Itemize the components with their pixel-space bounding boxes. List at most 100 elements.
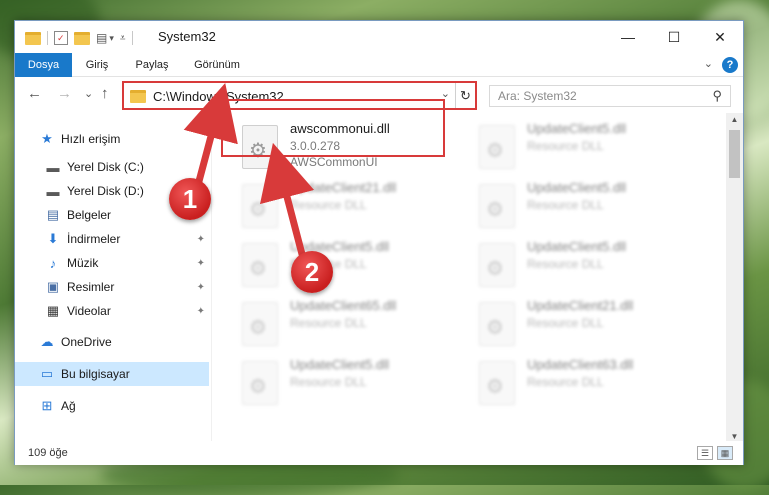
sidebar-item[interactable]: ▭ Bu bilgisayar xyxy=(15,362,209,386)
sidebar-item[interactable]: ★ Hızlı erişim xyxy=(15,127,209,151)
dll-file-icon xyxy=(242,361,278,405)
large-icons-view-icon[interactable]: ▦ xyxy=(717,446,733,460)
file-description: Resource DLL xyxy=(527,375,604,389)
cloud-icon: ☁ xyxy=(40,334,54,349)
file-name: UpdateClient5.dll xyxy=(527,239,627,254)
file-name: UpdateClient65.dll xyxy=(290,298,397,313)
sidebar-item[interactable]: ▬ Yerel Disk (C:) xyxy=(15,155,209,179)
sidebar-item[interactable]: ▦ Videolar ✦ xyxy=(15,299,209,323)
file-item[interactable]: UpdateClient21.dll Resource DLL xyxy=(236,178,461,236)
details-view-icon[interactable]: ☰ xyxy=(697,446,713,460)
drive-icon: ▬ xyxy=(46,159,60,175)
forward-button[interactable]: → xyxy=(57,85,72,102)
pictures-icon: ▣ xyxy=(46,279,60,294)
sidebar-item[interactable]: ⊞ Ağ xyxy=(15,394,209,418)
target-file-highlight xyxy=(221,99,445,157)
sidebar-item[interactable]: ☁ OneDrive xyxy=(15,330,209,354)
navigation-pane: ★ Hızlı erişim ▬ Yerel Disk (C:) ▬ Yerel Disk… xyxy=(15,113,211,441)
back-button[interactable]: ← xyxy=(27,85,42,102)
file-name: UpdateClient5.dll xyxy=(290,357,390,372)
properties-icon[interactable]: ✓ xyxy=(54,31,68,45)
file-explorer-window: ✓ ▤ ▾ ⩡ System32 — ☐ ✕ Dosya Giriş Payla… xyxy=(14,20,744,465)
tab-home[interactable]: Giriş xyxy=(77,53,117,77)
sidebar-item[interactable]: ♪ Müzik ✦ xyxy=(15,251,209,275)
recent-locations-button[interactable]: ⌄ xyxy=(84,87,93,100)
dll-file-icon xyxy=(479,302,515,346)
star-icon: ★ xyxy=(41,131,53,146)
dll-file-icon xyxy=(479,243,515,287)
file-description: Resource DLL xyxy=(527,198,604,212)
search-box[interactable]: Ara: System32 ⚲ xyxy=(489,85,731,107)
scroll-up-icon[interactable]: ▲ xyxy=(726,115,743,124)
pin-icon[interactable]: ✦ xyxy=(197,306,205,317)
sidebar-item-label: Hızlı erişim xyxy=(61,132,121,146)
tab-view[interactable]: Görünüm xyxy=(187,53,247,77)
sidebar-item-label: İndirmeler xyxy=(67,232,121,246)
window-title: System32 xyxy=(158,29,216,44)
downloads-icon: ⬇ xyxy=(47,231,59,246)
customize-dropdown-icon[interactable]: ▾ xyxy=(109,33,114,44)
file-description: Resource DLL xyxy=(290,316,367,330)
sidebar-item-label: Resimler xyxy=(67,280,115,294)
step-1-badge: 1 xyxy=(169,178,211,220)
file-item[interactable]: UpdateClient5.dll Resource DLL xyxy=(473,119,698,177)
step-2-badge: 2 xyxy=(291,251,333,293)
scrollbar-thumb[interactable] xyxy=(729,130,740,178)
file-item[interactable]: UpdateClient5.dll Resource DLL xyxy=(473,178,698,236)
new-folder-icon[interactable] xyxy=(74,31,90,45)
computer-icon: ▭ xyxy=(40,366,54,381)
refresh-icon[interactable]: ↻ xyxy=(455,83,475,108)
sidebar-item[interactable]: ⬇ İndirmeler ✦ xyxy=(15,227,209,251)
file-item[interactable]: UpdateClient5.dll Resource DLL xyxy=(473,237,698,295)
file-item[interactable]: UpdateClient21.dll Resource DLL xyxy=(473,296,698,354)
help-button[interactable]: ? xyxy=(722,57,738,73)
view-options-icon[interactable]: ▤ xyxy=(96,31,107,45)
sidebar-item-label: Videolar xyxy=(67,304,111,318)
sidebar-item-label: Müzik xyxy=(67,256,99,270)
ribbon-tabs: Dosya Giriş Paylaş Görünüm ⌄ ? xyxy=(15,53,743,77)
pane-divider[interactable] xyxy=(211,113,212,443)
up-button[interactable]: ↑ xyxy=(101,85,109,102)
file-item[interactable]: UpdateClient63.dll Resource DLL xyxy=(473,355,698,413)
sidebar-item[interactable]: ▣ Resimler ✦ xyxy=(15,275,209,299)
tab-share[interactable]: Paylaş xyxy=(127,53,177,77)
scroll-down-icon[interactable]: ▼ xyxy=(726,432,743,441)
file-description: AWSCommonUI xyxy=(290,155,378,169)
dll-file-icon xyxy=(242,184,278,228)
file-name: UpdateClient5.dll xyxy=(527,180,627,195)
file-name: UpdateClient5.dll xyxy=(527,121,627,136)
drive-icon: ▬ xyxy=(46,183,60,199)
sidebar-item-label: Ağ xyxy=(61,399,76,413)
videos-icon: ▦ xyxy=(46,303,60,318)
minimize-button[interactable]: — xyxy=(605,21,651,53)
vertical-scrollbar[interactable]: ▲ ▼ xyxy=(726,113,743,443)
close-button[interactable]: ✕ xyxy=(697,21,743,53)
title-bar: ✓ ▤ ▾ ⩡ System32 — ☐ ✕ xyxy=(15,21,743,53)
sidebar-item-label: Bu bilgisayar xyxy=(61,367,130,381)
file-item[interactable]: UpdateClient65.dll Resource DLL xyxy=(236,296,461,354)
file-description: Resource DLL xyxy=(527,139,604,153)
expand-ribbon-icon[interactable]: ⌄ xyxy=(704,57,713,70)
file-description: Resource DLL xyxy=(527,316,604,330)
file-description: Resource DLL xyxy=(527,257,604,271)
file-item[interactable]: UpdateClient5.dll Resource DLL xyxy=(236,355,461,413)
search-input[interactable]: Ara: System32 xyxy=(498,89,577,103)
item-count: 109 öğe xyxy=(28,447,68,459)
quick-access-toolbar: ✓ ▤ ▾ ⩡ xyxy=(25,29,139,47)
dll-file-icon xyxy=(242,243,278,287)
sidebar-item-label: Belgeler xyxy=(67,208,112,222)
sidebar-item-label: Yerel Disk (D:) xyxy=(67,184,144,198)
file-name: UpdateClient63.dll xyxy=(527,357,634,372)
pin-icon[interactable]: ✦ xyxy=(197,234,205,245)
separator xyxy=(47,31,48,45)
documents-icon: ▤ xyxy=(46,207,60,222)
pin-icon[interactable]: ✦ xyxy=(197,282,205,293)
tab-file[interactable]: Dosya xyxy=(15,53,72,77)
music-icon: ♪ xyxy=(49,255,57,271)
search-icon[interactable]: ⚲ xyxy=(712,88,722,104)
customize-quick-access-icon[interactable]: ⩡ xyxy=(120,33,126,44)
pin-icon[interactable]: ✦ xyxy=(197,258,205,269)
file-description: Resource DLL xyxy=(290,375,367,389)
maximize-button[interactable]: ☐ xyxy=(651,21,697,53)
file-item[interactable]: UpdateClient5.dllResource DLL xyxy=(236,237,461,295)
